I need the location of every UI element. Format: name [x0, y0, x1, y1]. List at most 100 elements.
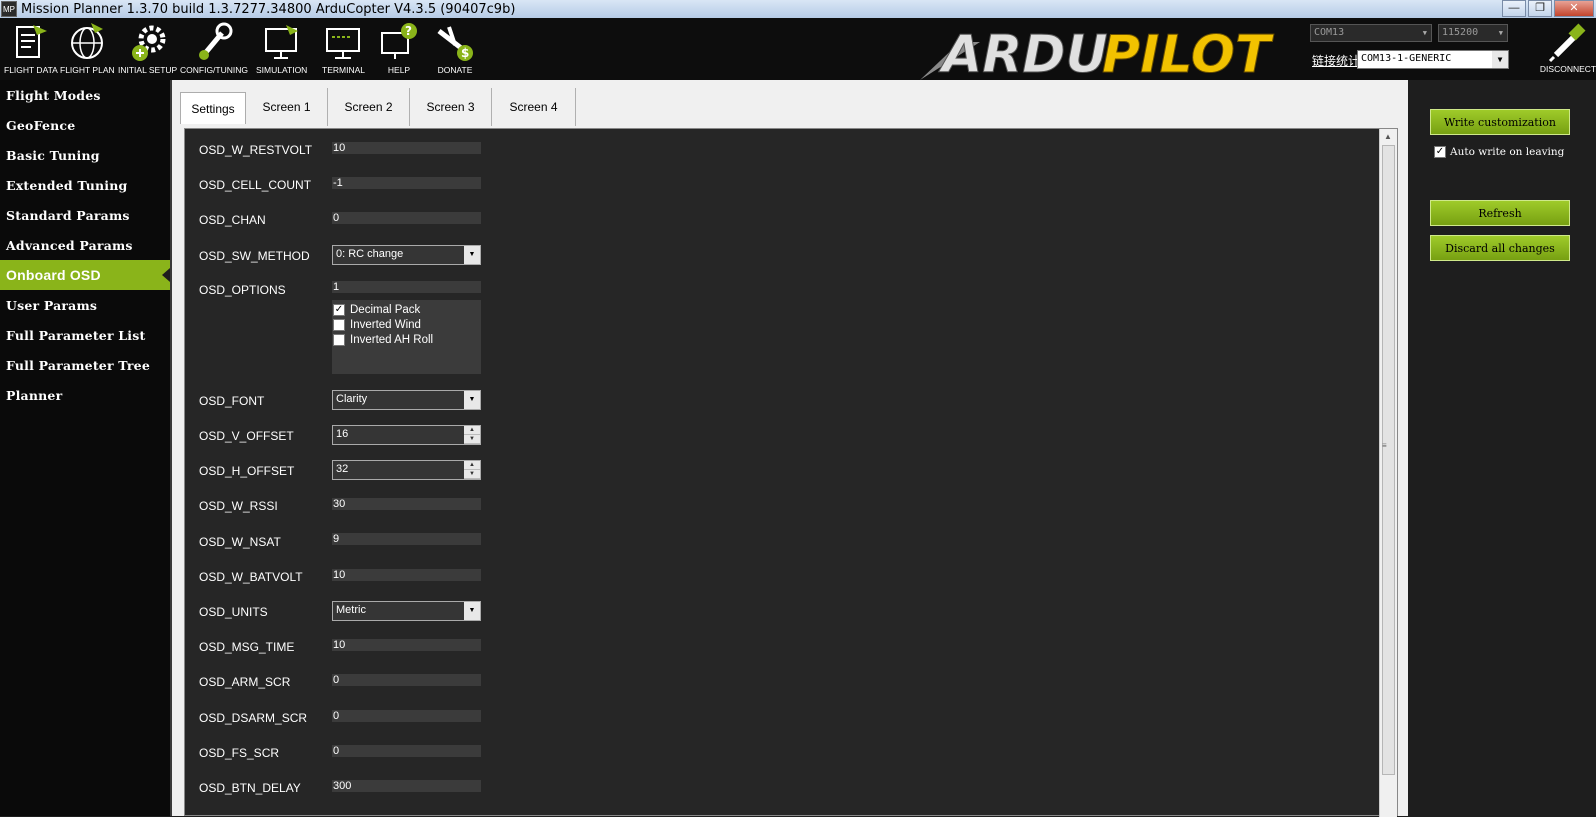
close-button[interactable]: ✕	[1554, 0, 1594, 17]
donate-label: DONATE	[437, 65, 473, 75]
osd-w-nsat-input[interactable]: 9	[332, 533, 481, 545]
sidebar-item-extended-tuning[interactable]: Extended Tuning	[0, 170, 170, 200]
sidebar-item-flight-modes[interactable]: Flight Modes	[0, 80, 170, 110]
osd-msg-time-input[interactable]: 10	[332, 639, 481, 651]
param-label: OSD_OPTIONS	[199, 283, 286, 297]
sidebar-item-standard-params[interactable]: Standard Params	[0, 200, 170, 230]
initial-setup-label: INITIAL SETUP	[118, 65, 178, 75]
sidebar-item-geofence[interactable]: GeoFence	[0, 110, 170, 140]
donate-icon: $	[434, 20, 476, 64]
chevron-down-icon: ▼	[464, 246, 480, 264]
vertical-scrollbar[interactable]: ▲ ≡	[1379, 129, 1397, 817]
maximize-button[interactable]: ❐	[1528, 0, 1552, 17]
terminal-button[interactable]: TERMINAL	[322, 20, 365, 80]
osd-h-offset-stepper[interactable]: 32 ▲ ▼	[332, 460, 481, 480]
osd-fs-scr-input[interactable]: 0	[332, 745, 481, 757]
main-toolbar: FLIGHT DATA FLIGHT PLAN INITIAL SETUP CO…	[0, 18, 1596, 86]
chevron-down-icon: ▼	[1492, 51, 1508, 68]
terminal-icon	[322, 20, 364, 64]
tab-strip: Settings Screen 1 Screen 2 Screen 3 Scre…	[180, 88, 576, 126]
port-value: COM13	[1314, 27, 1345, 38]
osd-cell-count-input[interactable]: -1	[332, 177, 481, 189]
osd-options-input[interactable]: 1	[332, 281, 481, 293]
write-customization-button[interactable]: Write customization	[1430, 109, 1570, 135]
refresh-button[interactable]: Refresh	[1430, 200, 1570, 226]
flight-plan-icon	[66, 20, 108, 64]
help-button[interactable]: ? HELP	[378, 20, 420, 80]
donate-button[interactable]: $ DONATE	[434, 20, 476, 80]
sidebar-item-planner[interactable]: Planner	[0, 380, 170, 410]
osd-w-rssi-input[interactable]: 30	[332, 498, 481, 510]
sidebar-item-onboard-osd[interactable]: Onboard OSD	[0, 260, 170, 290]
chevron-down-icon: ▼	[464, 602, 480, 620]
baud-select[interactable]: 115200 ▼	[1438, 24, 1508, 42]
stepper-up-icon[interactable]: ▲	[464, 426, 480, 435]
discard-all-changes-button[interactable]: Discard all changes	[1430, 235, 1570, 261]
port-select[interactable]: COM13 ▼	[1310, 24, 1432, 42]
stepper-up-icon[interactable]: ▲	[464, 461, 480, 470]
sidebar-item-user-params[interactable]: User Params	[0, 290, 170, 320]
select-value: Clarity	[336, 393, 368, 405]
checkbox-unchecked[interactable]	[333, 318, 345, 331]
select-value: 0: RC change	[336, 248, 404, 260]
osd-font-select[interactable]: Clarity ▼	[332, 390, 481, 410]
stepper-buttons: ▲ ▼	[464, 426, 480, 444]
disconnect-button[interactable]: DISCONNECT	[1540, 20, 1596, 80]
osd-settings-panel: OSD_W_RESTVOLT 10 OSD_CELL_COUNT -1 OSD_…	[184, 128, 1398, 817]
osd-w-restvolt-input[interactable]: 10	[332, 142, 481, 154]
option-inverted-wind[interactable]: Inverted Wind	[332, 317, 481, 332]
tab-settings[interactable]: Settings	[180, 92, 246, 124]
link-stats-link[interactable]: 链接统计	[1312, 52, 1360, 69]
sidebar-item-full-parameter-list[interactable]: Full Parameter List	[0, 320, 170, 350]
auto-write-checkbox-row[interactable]: ✓ Auto write on leaving	[1434, 146, 1564, 158]
osd-sw-method-select[interactable]: 0: RC change ▼	[332, 245, 481, 265]
tab-screen-3[interactable]: Screen 3	[410, 88, 492, 126]
osd-dsarm-scr-input[interactable]: 0	[332, 710, 481, 722]
stepper-buttons: ▲ ▼	[464, 461, 480, 479]
osd-w-batvolt-input[interactable]: 10	[332, 569, 481, 581]
scroll-up-icon[interactable]: ▲	[1384, 132, 1392, 141]
flight-plan-button[interactable]: FLIGHT PLAN	[60, 20, 115, 80]
param-label: OSD_W_RSSI	[199, 499, 278, 513]
stepper-value: 32	[336, 463, 349, 475]
scrollbar-thumb[interactable]	[1382, 145, 1395, 775]
window-titlebar: MP Mission Planner 1.3.70 build 1.3.7277…	[0, 0, 1596, 18]
help-icon: ?	[378, 20, 420, 64]
osd-options-checklist: ✓ Decimal Pack Inverted Wind Inverted AH…	[332, 300, 481, 374]
tab-screen-1[interactable]: Screen 1	[246, 88, 328, 126]
initial-setup-icon	[127, 20, 169, 64]
sidebar-item-basic-tuning[interactable]: Basic Tuning	[0, 140, 170, 170]
osd-arm-scr-input[interactable]: 0	[332, 674, 481, 686]
connection-select[interactable]: COM13-1-GENERIC ▼	[1357, 50, 1509, 69]
param-label: OSD_BTN_DELAY	[199, 781, 301, 795]
flight-data-button[interactable]: FLIGHT DATA	[4, 20, 58, 80]
osd-units-select[interactable]: Metric ▼	[332, 601, 481, 621]
checkbox-checked[interactable]: ✓	[333, 303, 345, 316]
minimize-button[interactable]: —	[1502, 0, 1526, 17]
app-icon: MP	[1, 1, 17, 17]
stepper-value: 16	[336, 428, 349, 440]
checkbox-checked[interactable]: ✓	[1434, 146, 1446, 158]
simulation-button[interactable]: SIMULATION	[256, 20, 307, 80]
tab-screen-4[interactable]: Screen 4	[492, 88, 576, 126]
plug-icon	[1547, 20, 1589, 64]
sidebar-item-advanced-params[interactable]: Advanced Params	[0, 230, 170, 260]
osd-btn-delay-input[interactable]: 300	[332, 780, 481, 792]
initial-setup-button[interactable]: INITIAL SETUP	[118, 20, 177, 80]
param-label: OSD_W_NSAT	[199, 535, 281, 549]
param-label: OSD_W_BATVOLT	[199, 570, 303, 584]
stepper-down-icon[interactable]: ▼	[464, 470, 480, 479]
param-label: OSD_ARM_SCR	[199, 675, 291, 689]
osd-v-offset-stepper[interactable]: 16 ▲ ▼	[332, 425, 481, 445]
param-label: OSD_UNITS	[199, 605, 268, 619]
stepper-down-icon[interactable]: ▼	[464, 435, 480, 444]
sidebar: Flight Modes GeoFence Basic Tuning Exten…	[0, 80, 170, 816]
config-tuning-button[interactable]: CONFIG/TUNING	[180, 20, 248, 80]
tab-screen-2[interactable]: Screen 2	[328, 88, 410, 126]
checkbox-unchecked[interactable]	[333, 333, 345, 346]
osd-chan-input[interactable]: 0	[332, 212, 481, 224]
option-inverted-ah-roll[interactable]: Inverted AH Roll	[332, 332, 481, 347]
option-label: Inverted AH Roll	[350, 333, 434, 346]
sidebar-item-full-parameter-tree[interactable]: Full Parameter Tree	[0, 350, 170, 380]
option-decimal-pack[interactable]: ✓ Decimal Pack	[332, 302, 481, 317]
